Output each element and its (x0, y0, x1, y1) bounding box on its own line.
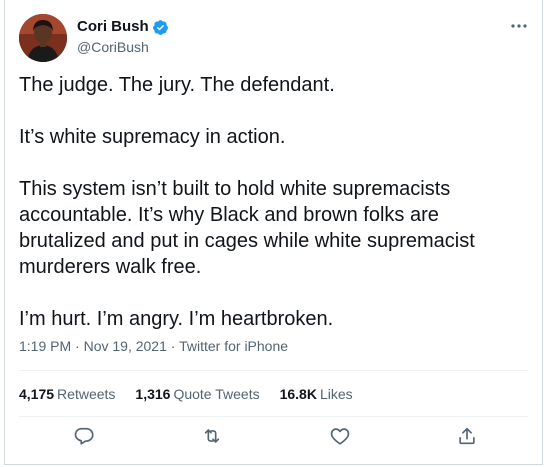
retweet-icon[interactable] (201, 425, 223, 447)
tweet-card: Cori Bush @CoriBush The judge. The jury.… (4, 0, 543, 465)
likes-stat[interactable]: 16.8K Likes (280, 384, 353, 404)
tweet-paragraph: This system isn’t built to hold white su… (19, 178, 475, 278)
retweets-label: Retweets (57, 386, 116, 402)
tweet-paragraph: The judge. The jury. The defendant. (19, 74, 335, 96)
like-icon[interactable] (329, 425, 351, 447)
likes-count: 16.8K (279, 386, 317, 402)
retweets-stat[interactable]: 4,175 Retweets (19, 384, 115, 404)
quote-tweets-count: 1,316 (135, 386, 171, 402)
more-options-icon[interactable] (509, 16, 529, 36)
tweet-date[interactable]: Nov 19, 2021 (84, 338, 167, 354)
tweet-source[interactable]: Twitter for iPhone (179, 338, 288, 354)
user-names: Cori Bush @CoriBush (77, 17, 169, 57)
tweet-header: Cori Bush @CoriBush (19, 14, 529, 62)
tweet-time[interactable]: 1:19 PM (19, 338, 71, 354)
share-icon[interactable] (456, 425, 478, 447)
likes-label: Likes (319, 386, 353, 402)
quote-tweets-label: Quote Tweets (173, 386, 260, 402)
tweet-paragraph: I’m hurt. I’m angry. I’m heartbroken. (19, 308, 334, 330)
divider (19, 370, 528, 371)
tweet-text: The judge. The jury. The defendant. It’s… (19, 72, 529, 358)
reply-icon[interactable] (73, 425, 95, 447)
tweet-paragraph: It’s white supremacy in action. (19, 126, 286, 148)
tweet-stats: 4,175 Retweets 1,316 Quote Tweets 16.8K Lik… (19, 384, 373, 404)
quote-tweets-stat[interactable]: 1,316 Quote Tweets (135, 384, 259, 404)
retweets-count: 4,175 (19, 386, 55, 402)
display-name[interactable]: Cori Bush (77, 17, 149, 37)
action-bar (5, 425, 542, 453)
avatar[interactable] (19, 14, 67, 62)
verified-badge-icon (152, 19, 169, 36)
name-row: Cori Bush (77, 17, 169, 37)
divider (19, 416, 528, 417)
meta-separator: · (170, 338, 176, 354)
tweet-meta: 1:19 PM · Nov 19, 2021 · Twitter for iPh… (19, 336, 288, 356)
user-handle[interactable]: @CoriBush (77, 37, 169, 57)
meta-separator: · (75, 338, 80, 354)
